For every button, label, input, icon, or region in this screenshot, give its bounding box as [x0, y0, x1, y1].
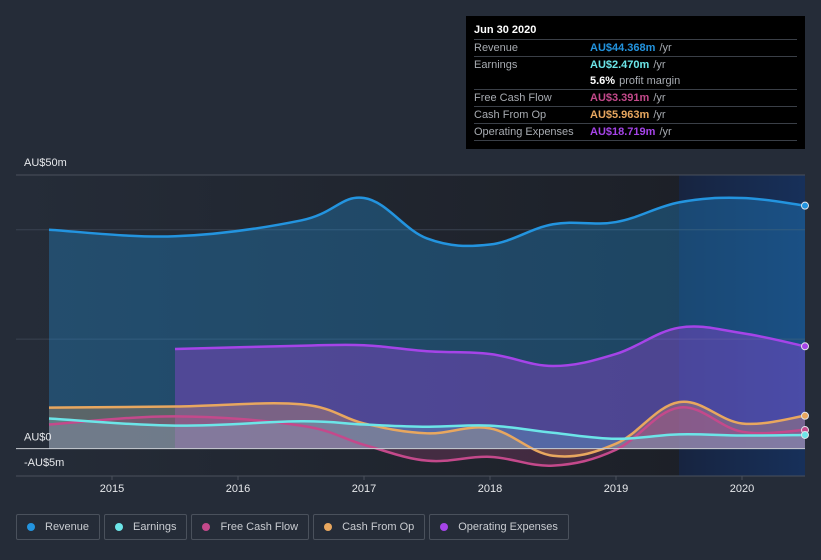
x-tick-label: 2020	[730, 483, 754, 495]
x-tick-label: 2019	[604, 483, 628, 495]
legend-item-operating-expenses[interactable]: Operating Expenses	[429, 514, 569, 540]
legend-item-earnings[interactable]: Earnings	[104, 514, 188, 540]
legend-label: Revenue	[45, 521, 90, 533]
tooltip-unit: /yr	[659, 42, 672, 54]
tooltip-unit: profit margin	[619, 75, 681, 87]
tooltip-value: AU$44.368m	[590, 42, 656, 54]
tooltip-label: Free Cash Flow	[474, 92, 552, 104]
legend-item-free-cash-flow[interactable]: Free Cash Flow	[191, 514, 310, 540]
tooltip-value: 5.6%	[590, 75, 616, 87]
tooltip-row-earnings: Earnings AU$2.470m/yr	[474, 57, 797, 73]
legend-dot-icon	[202, 523, 211, 531]
y-tick-label: AU$50m	[24, 157, 67, 169]
legend-item-cash-from-op[interactable]: Cash From Op	[313, 514, 426, 540]
tooltip-unit: /yr	[653, 59, 666, 71]
earnings-end-marker	[801, 430, 809, 439]
tooltip-row-operating-expenses: Operating Expenses AU$18.719m/yr	[474, 124, 797, 141]
tooltip-label: Operating Expenses	[474, 126, 574, 138]
tooltip-label: Cash From Op	[474, 109, 547, 121]
tooltip-panel: Jun 30 2020 Revenue AU$44.368m/yr Earnings…	[466, 16, 805, 149]
tooltip-value: AU$5.963m	[590, 109, 650, 121]
operating-expenses-end-marker	[801, 342, 809, 351]
legend-label: Free Cash Flow	[220, 521, 299, 533]
tooltip-label: Earnings	[474, 59, 518, 71]
tooltip-unit: /yr	[653, 92, 666, 104]
legend-item-revenue[interactable]: Revenue	[16, 514, 101, 540]
x-tick-label: 2016	[226, 483, 250, 495]
tooltip-row-revenue: Revenue AU$44.368m/yr	[474, 40, 797, 57]
tooltip-label	[474, 73, 590, 89]
tooltip-unit: /yr	[653, 109, 666, 121]
legend-dot-icon	[324, 523, 333, 531]
legend-dot-icon	[440, 523, 449, 531]
tooltip-label: Revenue	[474, 42, 519, 54]
y-tick-label: -AU$5m	[24, 457, 64, 469]
tooltip-value: AU$2.470m	[590, 59, 650, 71]
legend-label: Earnings	[133, 521, 177, 533]
tooltip-row-free-cash-flow: Free Cash Flow AU$3.391m/yr	[474, 90, 797, 107]
legend: Revenue Earnings Free Cash Flow Cash From O…	[16, 514, 569, 540]
x-tick-label: 2018	[478, 483, 502, 495]
revenue-end-marker	[801, 201, 809, 210]
tooltip-row-profit-margin: 5.6% profit margin	[474, 73, 797, 90]
y-tick-label: AU$0	[24, 432, 52, 444]
legend-label: Operating Expenses	[458, 521, 558, 533]
legend-dot-icon	[115, 523, 124, 531]
tooltip-date: Jun 30 2020	[474, 22, 797, 40]
x-tick-label: 2015	[100, 483, 124, 495]
tooltip-value: AU$3.391m	[590, 92, 650, 104]
legend-dot-icon	[27, 523, 35, 531]
tooltip-value: AU$18.719m	[590, 126, 656, 138]
legend-label: Cash From Op	[342, 521, 415, 533]
tooltip-unit: /yr	[659, 126, 672, 138]
tooltip-row-cash-from-op: Cash From Op AU$5.963m/yr	[474, 107, 797, 124]
cash-from-op-end-marker	[801, 411, 809, 420]
x-tick-label: 2017	[352, 483, 376, 495]
